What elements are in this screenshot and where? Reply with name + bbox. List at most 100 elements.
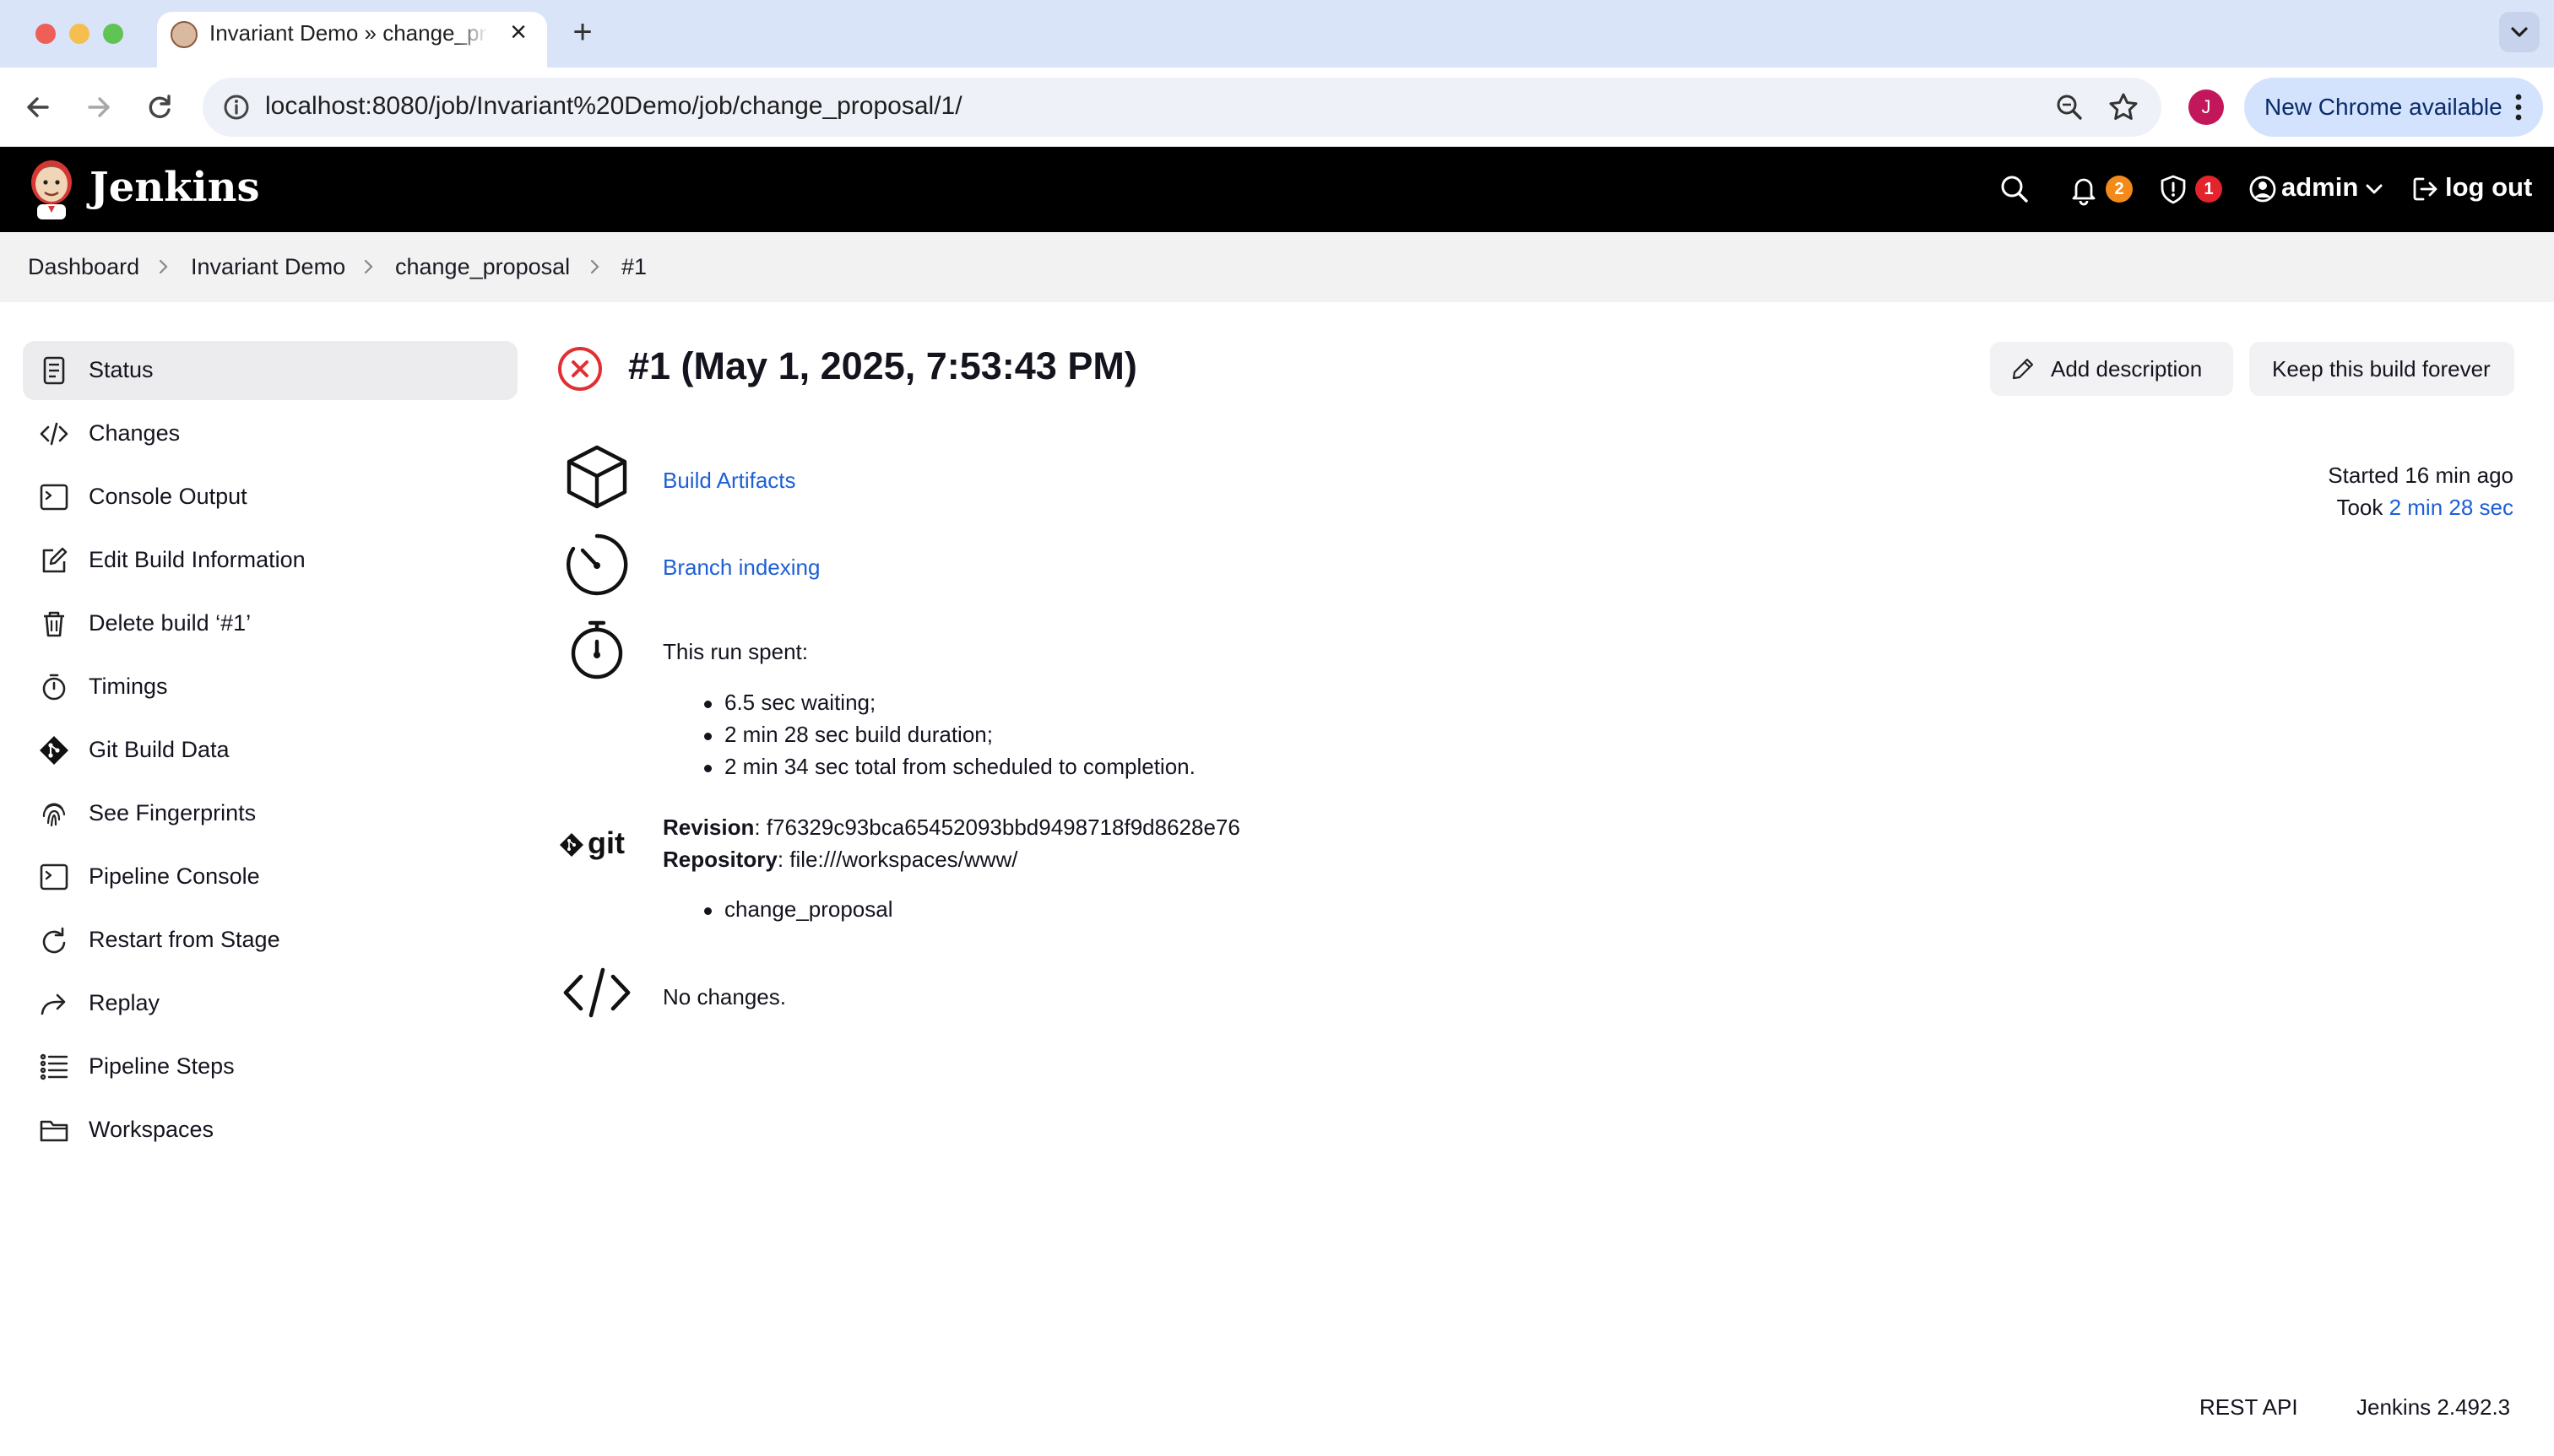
bookmark-star-icon[interactable]: [2106, 89, 2141, 125]
security-badge[interactable]: 1: [2195, 176, 2222, 203]
replay-icon: [41, 993, 66, 1015]
more-vert-icon[interactable]: [2506, 88, 2531, 127]
browser-tab-bar: Invariant Demo » change_proposal #1 × +: [0, 0, 2554, 68]
folder-icon: [40, 1120, 68, 1142]
jenkins-brand[interactable]: Jenkins: [89, 164, 260, 211]
sidebar-item-label: Changes: [89, 420, 181, 446]
tab-search-button[interactable]: [2499, 12, 2540, 52]
sidebar-item-label: Delete build ‘#1’: [89, 610, 252, 636]
notifications-badge[interactable]: 2: [2106, 176, 2133, 203]
sidebar-item-changes[interactable]: Changes: [23, 404, 518, 463]
shield-icon[interactable]: [2156, 172, 2190, 206]
user-icon[interactable]: [2246, 172, 2280, 206]
rest-api-link[interactable]: REST API: [2199, 1394, 2298, 1421]
sidebar-item-replay[interactable]: Replay: [23, 974, 518, 1033]
took-label: Took: [2336, 495, 2383, 520]
bell-icon[interactable]: [2067, 172, 2101, 206]
sidebar-item-console-output[interactable]: Console Output: [23, 468, 518, 527]
chevron-down-icon: [2511, 27, 2528, 37]
browser-toolbar: localhost:8080/job/Invariant%20Demo/job/…: [0, 68, 2554, 147]
sidebar-item-label: Console Output: [89, 484, 247, 509]
breadcrumb-invariant-demo[interactable]: Invariant Demo: [191, 254, 345, 280]
search-icon[interactable]: [1998, 172, 2031, 206]
add-description-label: Add description: [2051, 356, 2203, 382]
chrome-update-button[interactable]: New Chrome available: [2244, 78, 2543, 137]
zoom-icon[interactable]: [2052, 89, 2087, 125]
sidebar-item-label: Edit Build Information: [89, 547, 306, 572]
jenkins-logo-icon[interactable]: [27, 157, 76, 221]
list-icon: [40, 1053, 68, 1080]
window-minimize-button[interactable]: [69, 24, 89, 44]
sidebar-item-label: Pipeline Console: [89, 863, 260, 889]
gauge-icon: [567, 533, 628, 596]
url-text[interactable]: localhost:8080/job/Invariant%20Demo/job/…: [265, 92, 962, 121]
breadcrumb-build-1[interactable]: #1: [621, 254, 647, 280]
build-meta: Started 16 min ago Took 2 min 28 sec: [2328, 459, 2513, 523]
git-wordmark: git: [588, 825, 625, 860]
repository-line: Repository: file:///workspaces/www/: [663, 847, 1018, 872]
sidebar-item-delete-build[interactable]: Delete build ‘#1’: [23, 594, 518, 653]
list-item: 2 min 34 sec total from scheduled to com…: [704, 754, 1196, 786]
sidebar-item-pipeline-console[interactable]: Pipeline Console: [23, 847, 518, 907]
chevron-right-icon: [159, 259, 168, 274]
sidebar-item-restart-from-stage[interactable]: Restart from Stage: [23, 911, 518, 970]
sidebar-item-label: Pipeline Steps: [89, 1053, 235, 1079]
trash-icon: [44, 611, 64, 637]
jenkins-version-link[interactable]: Jenkins 2.492.3: [2356, 1394, 2510, 1421]
jenkins-header: Jenkins 2 1 admin log out: [0, 147, 2554, 232]
terminal-icon: [40, 863, 68, 890]
stopwatch-icon: [571, 620, 623, 679]
sidebar-item-label: See Fingerprints: [89, 800, 257, 825]
breadcrumb-change-proposal[interactable]: change_proposal: [395, 254, 570, 280]
sidebar-item-workspaces[interactable]: Workspaces: [23, 1101, 518, 1160]
sidebar-item-git-build-data[interactable]: Git Build Data: [23, 721, 518, 780]
breadcrumb-dashboard[interactable]: Dashboard: [28, 254, 139, 280]
code-icon: [563, 967, 631, 1018]
sidebar-item-label: Status: [89, 357, 154, 382]
revision-line: Revision: f76329c93bca65452093bbd9498718…: [663, 815, 1240, 840]
stopwatch-icon: [42, 674, 66, 701]
started-text: Started 16 min ago: [2328, 463, 2513, 488]
branch-list: change_proposal: [704, 896, 893, 928]
forward-button[interactable]: [78, 86, 120, 128]
sidebar-item-label: Git Build Data: [89, 737, 230, 762]
new-tab-button[interactable]: +: [564, 14, 601, 51]
window-close-button[interactable]: [35, 24, 56, 44]
sidebar-item-label: Replay: [89, 990, 160, 1015]
run-spent-list: 6.5 sec waiting; 2 min 28 sec build dura…: [704, 690, 1196, 786]
build-title: #1 (May 1, 2025, 7:53:43 PM): [628, 344, 1137, 387]
user-menu[interactable]: admin: [2281, 172, 2358, 203]
site-info-icon[interactable]: [220, 90, 253, 124]
took-duration-link[interactable]: 2 min 28 sec: [2389, 495, 2513, 520]
list-item: 2 min 28 sec build duration;: [704, 722, 1196, 754]
reload-button[interactable]: [138, 86, 181, 128]
sidebar-item-status[interactable]: Status: [23, 341, 518, 400]
no-changes-text: No changes.: [663, 984, 786, 1009]
terminal-icon: [40, 484, 68, 511]
edit-icon: [42, 547, 68, 573]
sidebar-item-pipeline-steps[interactable]: Pipeline Steps: [23, 1037, 518, 1096]
browser-tab-active[interactable]: Invariant Demo » change_proposal #1 ×: [157, 12, 547, 68]
package-icon: [567, 445, 627, 509]
window-zoom-button[interactable]: [103, 24, 123, 44]
sidebar-item-timings[interactable]: Timings: [23, 658, 518, 717]
logout-link[interactable]: log out: [2445, 172, 2532, 203]
chevron-down-icon[interactable]: [2357, 172, 2391, 206]
reload-icon: [149, 95, 171, 118]
add-description-button[interactable]: Add description: [1990, 342, 2233, 396]
repository-value: file:///workspaces/www/: [789, 847, 1018, 872]
list-item: 6.5 sec waiting;: [704, 690, 1196, 722]
branch-indexing-link[interactable]: Branch indexing: [663, 555, 820, 581]
revision-label: Revision: [663, 815, 755, 840]
logout-icon[interactable]: [2408, 172, 2442, 206]
back-button[interactable]: [17, 86, 59, 128]
sidebar-item-edit-build-information[interactable]: Edit Build Information: [23, 531, 518, 590]
build-artifacts-link[interactable]: Build Artifacts: [663, 468, 796, 494]
chevron-right-icon: [590, 259, 599, 274]
address-bar[interactable]: localhost:8080/job/Invariant%20Demo/job/…: [203, 78, 2161, 137]
profile-avatar[interactable]: J: [2188, 89, 2224, 125]
keep-build-forever-button[interactable]: Keep this build forever: [2249, 342, 2514, 396]
sidebar-item-see-fingerprints[interactable]: See Fingerprints: [23, 784, 518, 843]
tab-close-icon[interactable]: ×: [500, 14, 537, 51]
git-icon: [40, 736, 68, 765]
